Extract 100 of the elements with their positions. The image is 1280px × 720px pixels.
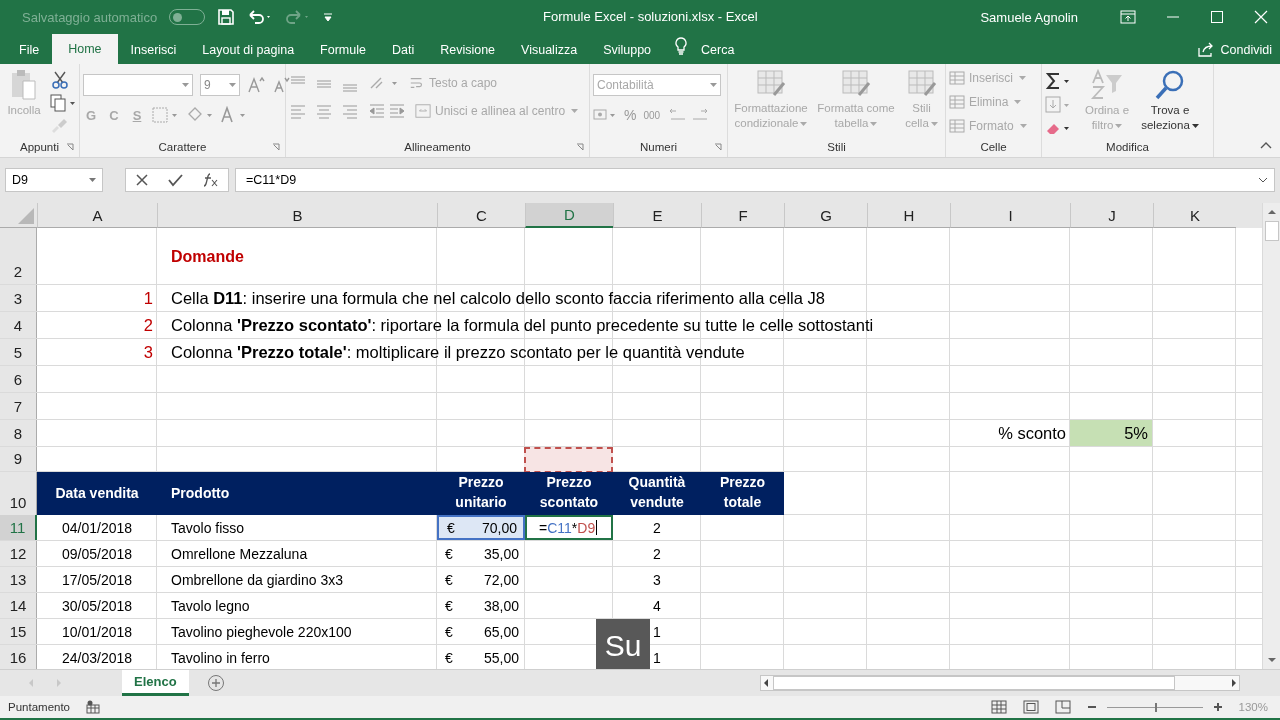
ribbon-tab[interactable]: Formule xyxy=(307,36,379,64)
table-cell-text: 10/01/2018 xyxy=(60,622,134,642)
column-header[interactable]: A xyxy=(37,203,157,228)
dialog-launcher-icon[interactable] xyxy=(272,143,280,151)
ribbon-display-icon[interactable] xyxy=(1120,10,1136,24)
font-size-field[interactable]: 9 xyxy=(200,74,240,96)
row-header[interactable]: 7 xyxy=(0,393,37,419)
page-break-icon[interactable] xyxy=(1054,700,1071,714)
table-header-cell: Prezzo totale xyxy=(701,472,784,515)
scissors-icon[interactable] xyxy=(50,71,70,89)
group-label: Celle xyxy=(980,141,1007,153)
column-header[interactable]: F xyxy=(701,203,784,228)
parameter-label: % sconto xyxy=(998,423,1066,443)
brush-icon[interactable] xyxy=(50,117,68,133)
question-number: 1 xyxy=(143,288,153,308)
find-select-button[interactable]: Trova e seleziona xyxy=(1141,69,1199,133)
caret-icon[interactable] xyxy=(1191,123,1199,128)
customize-icon[interactable] xyxy=(323,11,334,23)
row-header[interactable]: 4 xyxy=(0,312,37,338)
row-header[interactable]: 2 xyxy=(0,228,37,284)
table-cell-text: Tavolino pieghevole 220x100 xyxy=(170,622,353,642)
decrease-font-icon[interactable] xyxy=(272,76,290,94)
ribbon-tab[interactable]: Dati xyxy=(378,36,428,64)
page-layout-icon[interactable] xyxy=(1022,700,1039,714)
column-header[interactable]: I xyxy=(950,203,1070,228)
column-header[interactable]: E xyxy=(613,203,701,228)
dialog-launcher-icon[interactable] xyxy=(66,143,74,151)
save-icon[interactable] xyxy=(217,8,236,26)
normal-view-icon[interactable] xyxy=(990,700,1007,714)
row-header[interactable]: 3 xyxy=(0,285,37,311)
cancel-icon[interactable] xyxy=(135,173,149,187)
column-header[interactable]: K xyxy=(1153,203,1236,228)
row-header[interactable]: 5 xyxy=(0,339,37,365)
dialog-launcher-icon[interactable] xyxy=(714,143,722,151)
close-icon[interactable] xyxy=(1254,10,1268,24)
sheet-tab[interactable]: Elenco xyxy=(122,670,189,696)
row-header[interactable]: 13 xyxy=(0,567,37,592)
font-color-icon[interactable] xyxy=(220,106,248,124)
row-header[interactable]: 15 xyxy=(0,619,37,644)
column-header[interactable]: B xyxy=(157,203,437,228)
table-brush-icon xyxy=(756,69,786,99)
share-button[interactable]: Condividi xyxy=(1214,36,1276,64)
column-header[interactable]: D xyxy=(525,203,613,228)
zoom-in-icon[interactable] xyxy=(1212,702,1223,712)
borders-icon[interactable] xyxy=(152,106,178,124)
lightbulb-icon xyxy=(674,37,689,55)
table-cell-text: 30/05/2018 xyxy=(60,596,134,616)
group-label: Numeri xyxy=(639,141,678,153)
table-brush-icon xyxy=(906,69,937,99)
collapse-ribbon-icon[interactable] xyxy=(1260,141,1272,149)
search-tab[interactable]: Cerca xyxy=(688,36,748,64)
maximize-icon[interactable] xyxy=(1210,10,1224,24)
question-number: 2 xyxy=(143,315,153,335)
editing-cell[interactable]: =C11*D9 xyxy=(525,515,613,540)
row-header[interactable]: 9 xyxy=(0,447,37,471)
row-header[interactable]: 11 xyxy=(0,515,37,540)
ribbon-tab[interactable]: Home xyxy=(52,34,118,64)
table-brush-icon xyxy=(841,69,871,99)
table-cell-text: 04/01/2018 xyxy=(60,518,134,538)
check-icon[interactable] xyxy=(167,173,183,187)
ribbon-tab[interactable]: Revisione xyxy=(427,36,509,64)
macro-record-icon[interactable] xyxy=(86,700,100,714)
table-cell-text: Tavolino in ferro xyxy=(170,648,271,668)
column-header[interactable]: H xyxy=(867,203,950,228)
font-name-field[interactable] xyxy=(83,74,193,96)
table-cell-text: Ombrellone da giardino 3x3 xyxy=(170,570,344,590)
ribbon-tab[interactable]: Inserisci xyxy=(117,36,190,64)
question-text: Cella D11: inserire una formula che nel calcolo dello sconto faccia riferimento alla cella J8 xyxy=(171,288,825,308)
column-header[interactable]: G xyxy=(784,203,867,228)
row-header[interactable]: 12 xyxy=(0,541,37,566)
increase-font-icon[interactable] xyxy=(247,76,265,94)
row-header[interactable]: 10 xyxy=(0,472,37,515)
copy-icon[interactable] xyxy=(50,94,76,112)
scroll-right-icon[interactable] xyxy=(1229,678,1239,688)
formula-field[interactable]: =C11*D9 xyxy=(235,168,1275,192)
scrollbar-thumb[interactable] xyxy=(1264,221,1279,241)
ribbon-tab[interactable]: Layout di pagina xyxy=(189,36,308,64)
table-header-cell: Prodotto xyxy=(157,472,437,515)
row-header[interactable]: 6 xyxy=(0,366,37,392)
group-label: Carattere xyxy=(158,141,207,153)
table-cell: € 70,00 xyxy=(437,515,525,540)
share-icon[interactable] xyxy=(1196,41,1215,57)
add-sheet-icon[interactable] xyxy=(206,674,225,692)
column-header[interactable]: J xyxy=(1070,203,1153,228)
table-cell-text: 1 xyxy=(652,622,662,642)
row-header[interactable]: 14 xyxy=(0,593,37,618)
row-header[interactable]: 8 xyxy=(0,420,37,446)
dialog-launcher-icon[interactable] xyxy=(576,143,584,151)
wrap-text-icon xyxy=(409,75,425,91)
ribbon-tab[interactable]: Sviluppo xyxy=(590,36,665,64)
ribbon-tab[interactable]: Visualizza xyxy=(508,36,591,64)
ribbon-tab[interactable]: File xyxy=(6,36,53,64)
group-label: Appunti xyxy=(20,141,59,153)
zoom-slider-thumb[interactable] xyxy=(1154,702,1157,712)
expand-formula-icon[interactable] xyxy=(1258,177,1268,183)
function-icon[interactable] xyxy=(201,172,219,188)
row-header[interactable]: 16 xyxy=(0,645,37,669)
scrollbar-thumb[interactable] xyxy=(773,676,1175,690)
name-box[interactable]: D9 xyxy=(5,168,103,192)
table-cell-text: € 38,00 xyxy=(444,596,520,616)
